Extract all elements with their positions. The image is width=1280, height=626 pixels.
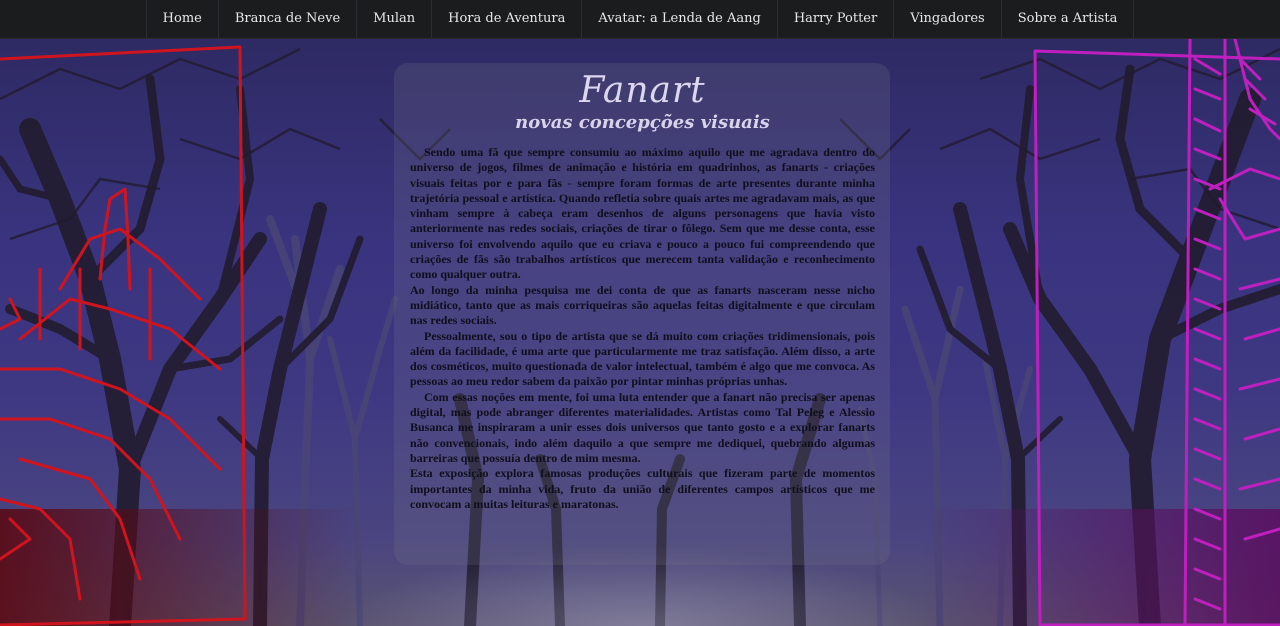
nav-link-harry-potter[interactable]: Harry Potter: [778, 0, 893, 38]
intro-paragraph-4: Com essas noções em mente, foi uma luta …: [410, 389, 875, 465]
page-subtitle: novas concepções visuais: [515, 112, 770, 133]
nav-link-hora-de-aventura[interactable]: Hora de Aventura: [432, 0, 581, 38]
page-title: Fanart: [579, 70, 706, 111]
intro-paragraph-3: Pessoalmente, sou o tipo de artista que …: [410, 328, 875, 389]
intro-paragraph-2: Ao longo da minha pesquisa me dei conta …: [410, 282, 875, 328]
nav-link-vingadores[interactable]: Vingadores: [894, 0, 1001, 38]
nav-menu: Home Branca de Neve Mulan Hora de Aventu…: [145, 0, 1135, 38]
hero-background: Fanart novas concepções visuais Sendo um…: [0, 39, 1280, 626]
nav-link-avatar[interactable]: Avatar: a Lenda de Aang: [582, 0, 776, 38]
nav-link-sobre-a-artista[interactable]: Sobre a Artista: [1002, 0, 1134, 38]
fanart-intro-panel: Fanart novas concepções visuais Sendo um…: [394, 63, 890, 565]
intro-paragraph-1: Sendo uma fã que sempre consumiu ao máxi…: [410, 145, 875, 282]
nav-link-mulan[interactable]: Mulan: [357, 0, 431, 38]
top-navigation: Home Branca de Neve Mulan Hora de Aventu…: [0, 0, 1280, 39]
nav-link-branca-de-neve[interactable]: Branca de Neve: [219, 0, 356, 38]
nav-link-home[interactable]: Home: [147, 0, 218, 38]
intro-paragraph-5: Esta exposição explora famosas produções…: [410, 466, 875, 511]
